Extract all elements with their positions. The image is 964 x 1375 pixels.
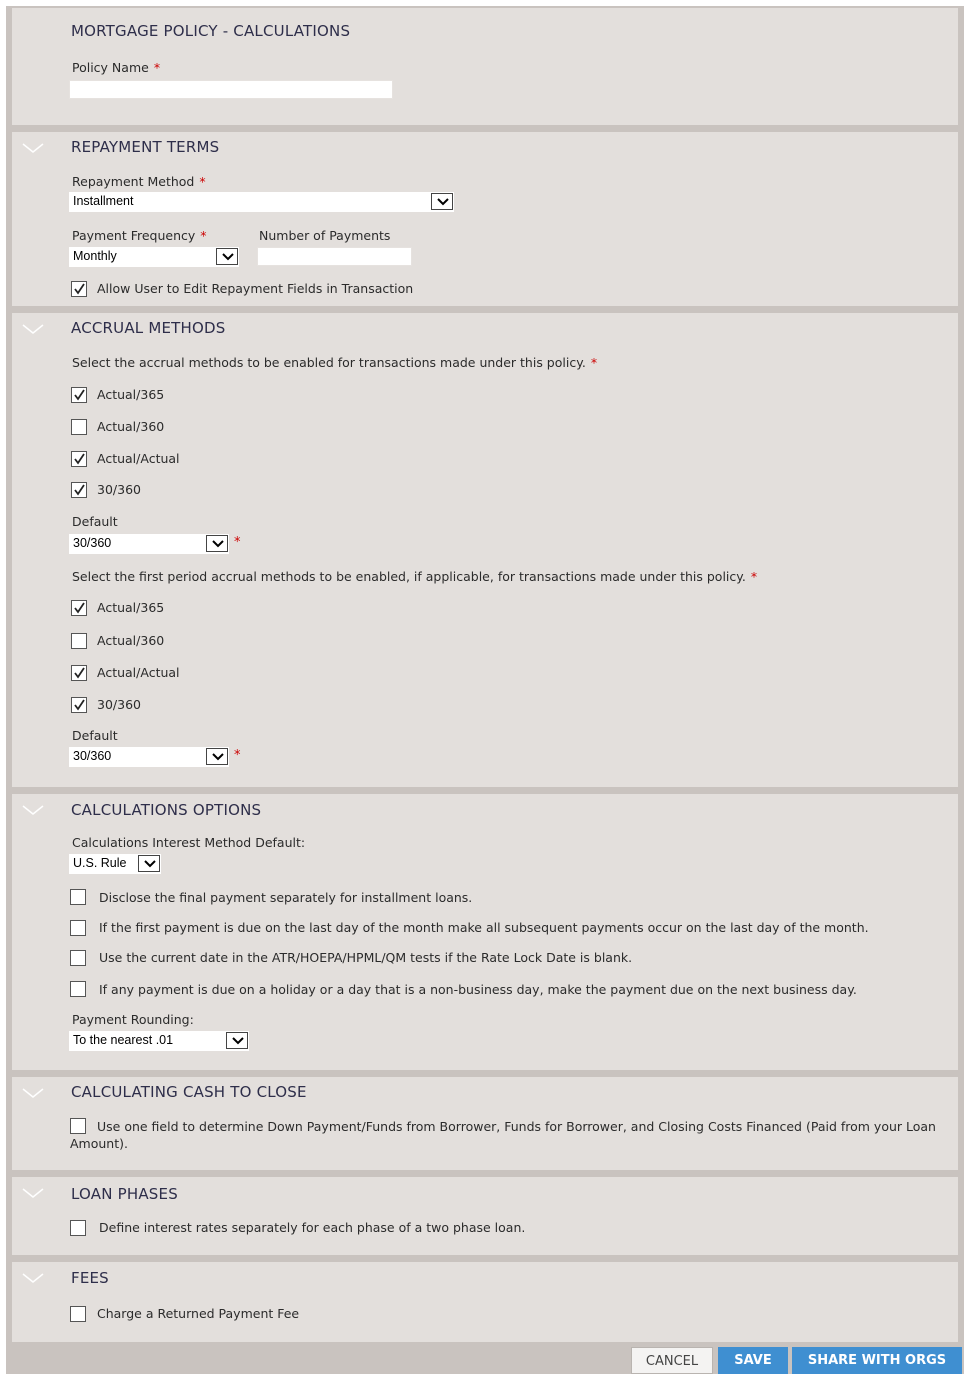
repayment-method-select[interactable]: Installment: [69, 192, 454, 212]
chevron-down-icon[interactable]: [22, 143, 44, 153]
first-default-label: Default: [72, 728, 118, 743]
save-button[interactable]: SAVE: [718, 1347, 788, 1374]
one-field-down-payment-label: Use one field to determine Down Payment/…: [70, 1119, 936, 1151]
section-title-calc-options: CALCULATIONS OPTIONS: [71, 801, 262, 819]
chevron-down-icon[interactable]: [138, 855, 160, 872]
payment-frequency-select[interactable]: Monthly: [69, 247, 239, 267]
chevron-down-icon[interactable]: [226, 1032, 248, 1049]
interest-method-label: Calculations Interest Method Default:: [72, 835, 306, 850]
current-date-atr-checkbox[interactable]: [70, 950, 86, 966]
chevron-down-icon[interactable]: [22, 805, 44, 815]
chevron-down-icon[interactable]: [431, 193, 453, 210]
two-phase-loan-label: Define interest rates separately for eac…: [99, 1220, 526, 1235]
section-title-accrual: ACCRUAL METHODS: [71, 319, 226, 337]
disclose-final-payment-label: Disclose the final payment separately fo…: [99, 890, 473, 905]
accrual-actual-actual-checkbox[interactable]: [71, 451, 87, 467]
interest-method-select[interactable]: U.S. Rule: [69, 854, 161, 874]
section-title-fees: FEES: [71, 1269, 109, 1287]
accrual-30-360-checkbox[interactable]: [71, 482, 87, 498]
accrual-actual-365-checkbox[interactable]: [71, 387, 87, 403]
loan-phases-section: LOAN PHASES Define interest rates separa…: [12, 1177, 958, 1255]
required-mark: *: [153, 60, 161, 75]
number-of-payments-label: Number of Payments: [259, 228, 391, 243]
fees-section: FEES Charge a Returned Payment Fee: [12, 1262, 958, 1342]
policy-section: MORTGAGE POLICY - CALCULATIONS Policy Na…: [12, 8, 958, 125]
accrual-actual-365-label: Actual/365: [97, 387, 165, 402]
allow-edit-checkbox[interactable]: [71, 281, 87, 297]
accrual-default-select[interactable]: 30/360: [69, 534, 229, 554]
first-actual-360-label: Actual/360: [97, 633, 165, 648]
accrual-actual-360-label: Actual/360: [97, 419, 165, 434]
chevron-down-icon[interactable]: [206, 748, 228, 765]
holiday-next-business-day-checkbox[interactable]: [70, 981, 86, 997]
allow-edit-label: Allow User to Edit Repayment Fields in T…: [97, 281, 414, 296]
policy-name-input[interactable]: [69, 80, 393, 99]
calculations-options-section: CALCULATIONS OPTIONS Calculations Intere…: [12, 794, 958, 1070]
payment-rounding-label: Payment Rounding:: [72, 1012, 194, 1027]
first-default-select[interactable]: 30/360: [69, 747, 229, 767]
required-mark: *: [234, 535, 241, 550]
disclose-final-payment-checkbox[interactable]: [70, 889, 86, 905]
chevron-down-icon[interactable]: [216, 248, 238, 265]
payment-frequency-label: Payment Frequency *: [72, 228, 207, 243]
cash-to-close-section: CALCULATING CASH TO CLOSE Use one field …: [12, 1077, 958, 1170]
accrual-actual-360-checkbox[interactable]: [71, 419, 87, 435]
page-title: MORTGAGE POLICY - CALCULATIONS: [71, 22, 351, 40]
chevron-down-icon[interactable]: [22, 1273, 44, 1283]
chevron-down-icon[interactable]: [22, 324, 44, 334]
last-day-of-month-label: If the first payment is due on the last …: [99, 920, 869, 935]
first-actual-actual-checkbox[interactable]: [71, 665, 87, 681]
payment-rounding-select[interactable]: To the nearest .01: [69, 1031, 249, 1051]
number-of-payments-input[interactable]: [257, 247, 412, 266]
policy-name-label: Policy Name *: [72, 60, 161, 75]
section-title-loan-phases: LOAN PHASES: [71, 1185, 178, 1203]
last-day-of-month-checkbox[interactable]: [70, 920, 86, 936]
returned-payment-fee-checkbox[interactable]: [70, 1306, 86, 1322]
first-actual-360-checkbox[interactable]: [71, 633, 87, 649]
cancel-button[interactable]: CANCEL: [631, 1347, 713, 1374]
first-period-intro: Select the first period accrual methods …: [72, 569, 758, 584]
accrual-actual-actual-label: Actual/Actual: [97, 451, 180, 466]
two-phase-loan-checkbox[interactable]: [70, 1220, 86, 1236]
holiday-next-business-day-label: If any payment is due on a holiday or a …: [99, 982, 857, 997]
share-with-orgs-button[interactable]: SHARE WITH ORGS: [792, 1347, 962, 1374]
first-actual-365-label: Actual/365: [97, 600, 165, 615]
accrual-intro: Select the accrual methods to be enabled…: [72, 355, 598, 370]
chevron-down-icon[interactable]: [206, 535, 228, 552]
required-mark: *: [234, 748, 241, 763]
first-30-360-label: 30/360: [97, 697, 141, 712]
accrual-30-360-label: 30/360: [97, 482, 141, 497]
current-date-atr-label: Use the current date in the ATR/HOEPA/HP…: [99, 950, 633, 965]
chevron-down-icon[interactable]: [22, 1088, 44, 1098]
section-title-repayment: REPAYMENT TERMS: [71, 138, 220, 156]
accrual-default-label: Default: [72, 514, 118, 529]
first-30-360-checkbox[interactable]: [71, 697, 87, 713]
first-actual-365-checkbox[interactable]: [71, 600, 87, 616]
repayment-method-label: Repayment Method *: [72, 174, 206, 189]
repayment-terms-section: REPAYMENT TERMS Repayment Method * Instal…: [12, 132, 958, 306]
first-actual-actual-label: Actual/Actual: [97, 665, 180, 680]
section-title-cash-to-close: CALCULATING CASH TO CLOSE: [71, 1083, 307, 1101]
returned-payment-fee-label: Charge a Returned Payment Fee: [97, 1306, 300, 1321]
chevron-down-icon[interactable]: [22, 1188, 44, 1198]
accrual-methods-section: ACCRUAL METHODS Select the accrual metho…: [12, 313, 958, 787]
